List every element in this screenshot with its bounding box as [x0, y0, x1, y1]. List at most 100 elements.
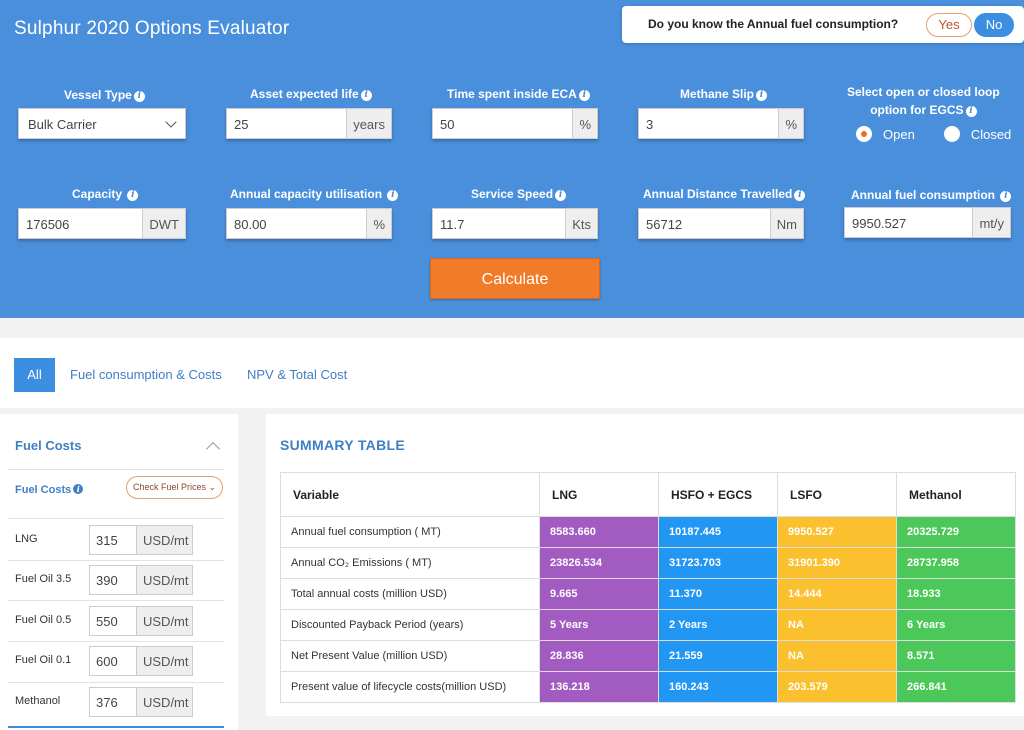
- capacity-input[interactable]: 176506 DWT: [18, 208, 186, 239]
- yes-button[interactable]: Yes: [926, 13, 972, 37]
- closed-radio-label[interactable]: Closed: [971, 127, 1011, 142]
- lng-cell: 136.218: [539, 671, 659, 703]
- capacity-unit: DWT: [142, 209, 185, 238]
- fuel-consumption-input[interactable]: 9950.527 mt/y: [844, 207, 1011, 238]
- vessel-type-value: Bulk Carrier: [28, 117, 97, 132]
- lng-cell: 9.665: [539, 578, 659, 610]
- lsfo-cell: NA: [777, 609, 897, 641]
- hsfo-egcs-cell: 11.370: [658, 578, 778, 610]
- methane-slip-input[interactable]: 3 %: [638, 108, 804, 139]
- column-header: Variable: [280, 472, 540, 517]
- fuel-consumption-unit: mt/y: [972, 208, 1010, 237]
- distance-label-text: Annual Distance Travelled: [643, 187, 793, 201]
- service-speed-label-text: Service Speed: [471, 187, 554, 201]
- fuel-price-value: 376: [96, 695, 118, 710]
- info-icon[interactable]: i: [360, 90, 372, 101]
- fuel-row-fuel-oil-0-1: Fuel Oil 0.1 600 USD/mt: [15, 641, 225, 681]
- fuel-row-methanol: Methanol 376 USD/mt: [15, 682, 225, 722]
- asset-life-label-text: Asset expected life: [250, 87, 359, 101]
- fuel-consumption-label-text: Annual fuel consumption: [851, 188, 995, 202]
- info-icon[interactable]: i: [794, 190, 806, 201]
- info-icon[interactable]: i: [1000, 191, 1012, 202]
- fuel-costs-subtitle-text: Fuel Costs: [15, 484, 72, 496]
- column-header: LNG: [539, 472, 659, 517]
- info-icon[interactable]: i: [555, 190, 567, 201]
- utilisation-value: 80.00: [234, 217, 267, 232]
- hsfo-egcs-cell: 21.559: [658, 640, 778, 672]
- fuel-name: Fuel Oil 0.1: [15, 654, 72, 666]
- lng-cell: 23826.534: [539, 547, 659, 579]
- info-icon[interactable]: i: [127, 190, 139, 201]
- info-icon[interactable]: i: [73, 484, 84, 494]
- info-icon[interactable]: i: [965, 106, 977, 117]
- utilisation-unit: %: [366, 209, 391, 238]
- table-row: Total annual costs (million USD) 9.665 1…: [280, 578, 1016, 610]
- fuel-price-input[interactable]: 376 USD/mt: [89, 687, 193, 717]
- capacity-label: Capacity i: [72, 187, 139, 201]
- fuel-price-input[interactable]: 390 USD/mt: [89, 565, 193, 595]
- closed-radio[interactable]: [943, 126, 960, 142]
- service-speed-unit: Kts: [565, 209, 597, 238]
- table-row: Annual CO₂ Emissions ( MT) 23826.534 317…: [280, 547, 1016, 579]
- eca-time-input[interactable]: 50 %: [432, 108, 598, 139]
- summary-table: Variable LNG HSFO + EGCS LSFO Methanol A…: [280, 472, 1016, 703]
- lng-cell: 28.836: [539, 640, 659, 672]
- capacity-label-text: Capacity: [72, 187, 123, 201]
- variable-cell: Total annual costs (million USD): [280, 578, 540, 610]
- fuel-price-value: 390: [96, 573, 118, 588]
- variable-cell: Annual fuel consumption ( MT): [280, 516, 540, 548]
- methane-slip-label: Methane Slip i: [680, 87, 768, 101]
- info-icon[interactable]: i: [387, 190, 399, 201]
- panel-accent: [8, 726, 224, 728]
- fuel-price-unit: USD/mt: [136, 526, 192, 554]
- fuel-costs-panel: Fuel Costs Fuel Costs i Check Fuel Prices…: [0, 414, 238, 730]
- loop-option-label-line2: option for EGCS: [870, 103, 964, 117]
- variable-cell: Discounted Payback Period (years): [280, 609, 540, 641]
- tab-fuel-consumption-costs[interactable]: Fuel consumption & Costs: [70, 358, 222, 392]
- lsfo-cell: NA: [777, 640, 897, 672]
- fuel-price-input[interactable]: 315 USD/mt: [89, 525, 193, 555]
- tab-all[interactable]: All: [14, 358, 55, 392]
- utilisation-input[interactable]: 80.00 %: [226, 208, 392, 239]
- fuel-price-input[interactable]: 600 USD/mt: [89, 646, 193, 676]
- open-radio[interactable]: [856, 126, 872, 142]
- distance-input[interactable]: 56712 Nm: [638, 208, 804, 239]
- app-title: Sulphur 2020 Options Evaluator: [14, 18, 290, 39]
- chevron-up-icon[interactable]: [205, 441, 221, 457]
- eca-time-unit: %: [572, 109, 597, 138]
- check-fuel-prices-button[interactable]: Check Fuel Prices ⌄: [126, 476, 223, 499]
- distance-value: 56712: [646, 217, 683, 232]
- fuel-price-unit: USD/mt: [136, 607, 192, 635]
- asset-life-unit: years: [346, 109, 391, 138]
- vessel-type-select[interactable]: Bulk Carrier: [18, 108, 186, 139]
- fuel-price-unit: USD/mt: [136, 688, 192, 716]
- fuel-name: Fuel Oil 3.5: [15, 573, 72, 585]
- hsfo-egcs-cell: 10187.445: [658, 516, 778, 548]
- fuel-price-input[interactable]: 550 USD/mt: [89, 606, 193, 636]
- loop-option-label: Select open or closed loop option for EG…: [847, 83, 1000, 119]
- methane-slip-label-text: Methane Slip: [680, 87, 755, 101]
- hsfo-egcs-cell: 160.243: [658, 671, 778, 703]
- methanol-cell: 20325.729: [896, 516, 1016, 548]
- open-radio-label[interactable]: Open: [883, 127, 915, 142]
- distance-unit: Nm: [769, 209, 803, 238]
- table-row: Net Present Value (million USD) 28.836 2…: [280, 640, 1016, 672]
- variable-cell: Present value of lifecycle costs(million…: [280, 671, 540, 703]
- tab-npv-total-cost[interactable]: NPV & Total Cost: [247, 358, 347, 392]
- info-icon[interactable]: i: [578, 90, 590, 101]
- loop-option-label-line2-wrap: option for EGCS i: [847, 101, 1000, 119]
- fuel-name: LNG: [15, 533, 38, 545]
- asset-life-input[interactable]: 25 years: [226, 108, 392, 139]
- fuel-consumption-question: Do you know the Annual fuel consumption?…: [622, 6, 1024, 43]
- vessel-type-label-text: Vessel Type: [64, 88, 132, 102]
- info-icon[interactable]: i: [133, 91, 145, 102]
- column-header: HSFO + EGCS: [658, 472, 778, 517]
- question-text: Do you know the Annual fuel consumption?: [648, 17, 899, 31]
- distance-label: Annual Distance Travelled i: [643, 187, 806, 201]
- calculate-button[interactable]: Calculate: [430, 258, 600, 299]
- service-speed-input[interactable]: 11.7 Kts: [432, 208, 598, 239]
- info-icon[interactable]: i: [756, 90, 768, 101]
- no-button[interactable]: No: [974, 13, 1014, 37]
- table-row: Present value of lifecycle costs(million…: [280, 671, 1016, 703]
- lng-cell: 8583.660: [539, 516, 659, 548]
